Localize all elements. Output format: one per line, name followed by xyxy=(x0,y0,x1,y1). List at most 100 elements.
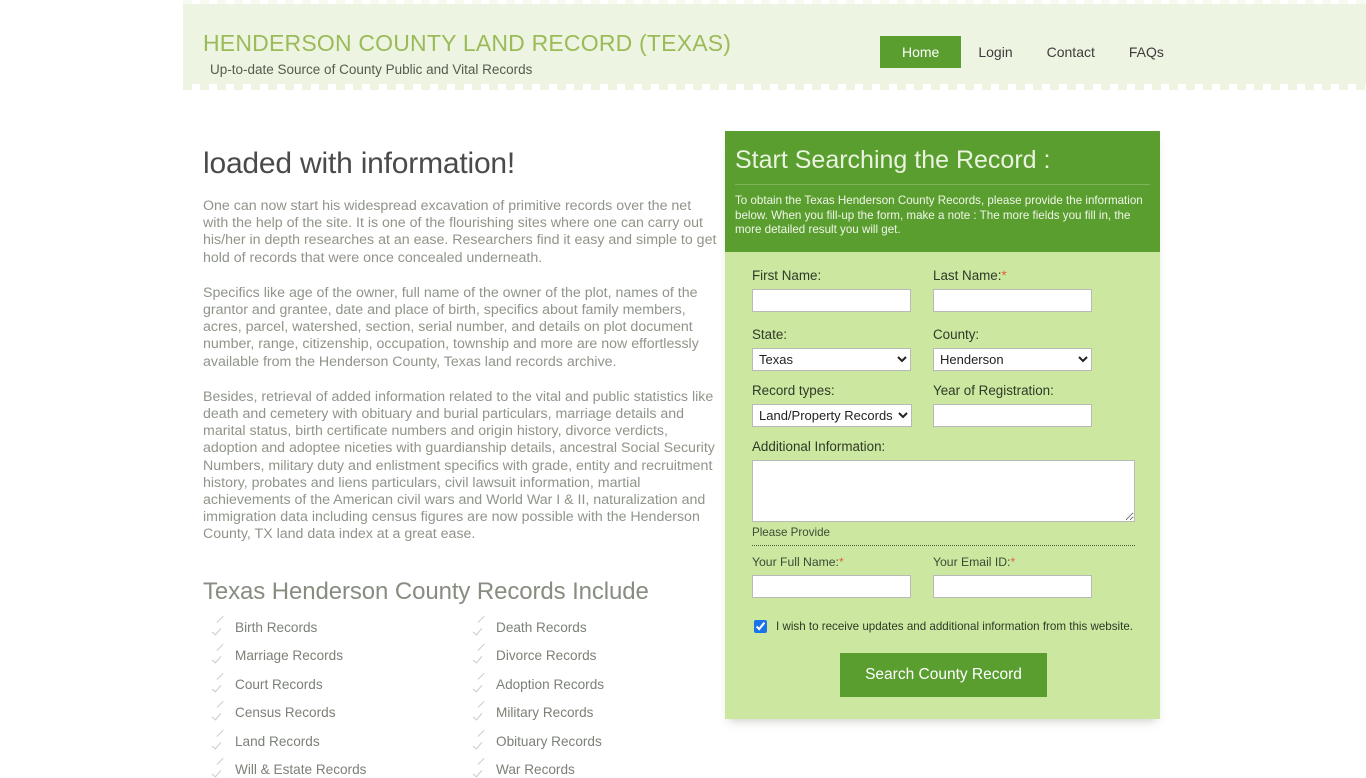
search-form-body: First Name: Last Name:* State: Texas Cou… xyxy=(725,251,1160,719)
search-county-record-button[interactable]: Search County Record xyxy=(840,652,1047,697)
county-group: County: Henderson xyxy=(933,327,1092,371)
check-icon xyxy=(474,643,487,662)
list-item-label: Birth Records xyxy=(235,619,318,635)
name-row: First Name: Last Name:* xyxy=(752,268,1135,312)
record-type-row: Record types: Land/Property Records Year… xyxy=(752,383,1135,427)
list-item-label: Death Records xyxy=(496,619,587,635)
year-of-registration-input[interactable] xyxy=(933,403,1092,427)
intro-paragraph-2: Specifics like age of the owner, full na… xyxy=(203,284,699,370)
your-full-name-input[interactable] xyxy=(752,574,911,598)
first-name-label: First Name: xyxy=(752,267,822,283)
list-item: Military Records xyxy=(474,700,718,721)
your-full-name-group: Your Full Name:* xyxy=(752,554,911,598)
lead-heading: loaded with information! xyxy=(203,147,516,180)
records-list: Birth Records Death Records Marriage Rec… xyxy=(213,615,718,778)
additional-information-label: Additional Information: xyxy=(752,438,886,454)
please-provide-note: Please Provide xyxy=(752,525,830,539)
list-item: Land Records xyxy=(213,729,474,749)
record-types-label: Record types: xyxy=(752,382,835,398)
optin-row: I wish to receive updates and additional… xyxy=(754,620,1135,634)
last-name-group: Last Name:* xyxy=(933,268,1092,312)
record-types-group: Record types: Land/Property Records xyxy=(752,382,912,427)
nav-item-login[interactable]: Login xyxy=(961,36,1029,68)
list-item: Death Records xyxy=(474,615,718,635)
your-email-label-text: Your Email ID: xyxy=(933,554,1011,569)
updates-optin-label: I wish to receive updates and additional… xyxy=(776,619,1134,633)
list-item-label: Census Records xyxy=(235,705,336,721)
check-icon xyxy=(213,700,226,719)
nav-item-faqs[interactable]: FAQs xyxy=(1112,36,1181,68)
additional-info-group: Additional Information: xyxy=(752,439,1135,522)
search-form-header: Start Searching the Record : To obtain t… xyxy=(725,131,1160,252)
updates-optin-checkbox[interactable] xyxy=(754,620,767,634)
county-label: County: xyxy=(933,326,980,342)
required-asterisk: * xyxy=(838,554,844,569)
site-tagline: Up-to-date Source of County Public and V… xyxy=(210,62,533,77)
list-item-label: Land Records xyxy=(235,733,320,749)
check-icon xyxy=(474,757,487,776)
check-icon xyxy=(474,729,487,748)
first-name-input[interactable] xyxy=(752,288,911,312)
required-asterisk: * xyxy=(1010,554,1016,569)
list-item-label: War Records xyxy=(496,762,575,778)
year-group: Year of Registration: xyxy=(933,383,1092,427)
check-icon xyxy=(474,615,487,634)
list-item-label: Obituary Records xyxy=(496,733,602,749)
main-navigation: Home Login Contact FAQs xyxy=(880,36,1181,68)
county-select[interactable]: Henderson xyxy=(933,347,1092,371)
state-select[interactable]: Texas xyxy=(752,347,911,371)
first-name-group: First Name: xyxy=(752,268,911,312)
list-item: Divorce Records xyxy=(474,643,718,664)
your-email-group: Your Email ID:* xyxy=(933,554,1092,598)
contact-row: Your Full Name:* Your Email ID:* xyxy=(752,554,1135,598)
records-include-heading: Texas Henderson County Records Include xyxy=(203,577,649,605)
check-icon xyxy=(474,672,487,691)
check-icon xyxy=(213,757,226,776)
check-icon xyxy=(213,615,226,634)
list-item: Adoption Records xyxy=(474,672,718,692)
additional-information-textarea[interactable] xyxy=(752,459,1135,522)
submit-row: Search County Record xyxy=(752,652,1135,697)
list-item-label: Military Records xyxy=(496,705,594,721)
list-item-label: Will & Estate Records xyxy=(235,762,367,778)
main-content-column: loaded with information! One can now sta… xyxy=(203,146,718,777)
your-full-name-label-text: Your Full Name: xyxy=(752,554,839,569)
search-form-title: Start Searching the Record : xyxy=(735,145,1150,185)
list-item-label: Adoption Records xyxy=(496,676,605,692)
intro-paragraph-1: One can now start his widespread excavat… xyxy=(203,198,717,266)
list-item: Birth Records xyxy=(213,615,474,635)
list-item: Obituary Records xyxy=(474,729,718,749)
required-asterisk: * xyxy=(1001,267,1007,283)
state-label: State: xyxy=(752,326,787,342)
list-item: War Records xyxy=(474,757,718,778)
nav-item-home[interactable]: Home xyxy=(880,36,962,68)
record-types-select[interactable]: Land/Property Records xyxy=(752,403,912,427)
list-item-label: Divorce Records xyxy=(496,648,597,664)
intro-paragraph-3: Besides, retrieval of added information … xyxy=(203,388,715,543)
your-email-input[interactable] xyxy=(933,574,1092,598)
check-icon xyxy=(213,672,226,691)
nav-item-contact[interactable]: Contact xyxy=(1030,36,1112,68)
search-form-description: To obtain the Texas Henderson County Rec… xyxy=(735,194,1143,237)
check-icon xyxy=(213,729,226,748)
your-email-label: Your Email ID:* xyxy=(933,554,1092,570)
last-name-label-text: Last Name: xyxy=(933,267,1002,283)
your-full-name-label: Your Full Name:* xyxy=(752,554,911,570)
last-name-label: Last Name:* xyxy=(933,268,1092,284)
list-item-label: Court Records xyxy=(235,676,323,692)
state-group: State: Texas xyxy=(752,327,911,371)
last-name-input[interactable] xyxy=(933,288,1092,312)
search-form-panel: Start Searching the Record : To obtain t… xyxy=(725,131,1160,719)
header-top-scallop-edge xyxy=(183,0,1366,4)
list-item: Will & Estate Records xyxy=(213,757,474,778)
section-divider xyxy=(752,544,1135,546)
location-row: State: Texas County: Henderson xyxy=(752,327,1135,371)
list-item: Census Records xyxy=(213,700,474,721)
check-icon xyxy=(474,700,487,719)
list-item-label: Marriage Records xyxy=(235,648,344,664)
check-icon xyxy=(213,643,226,662)
year-of-registration-label: Year of Registration: xyxy=(933,382,1054,398)
list-item: Court Records xyxy=(213,672,474,692)
header-bottom-scallop-edge xyxy=(183,84,1366,90)
page-title: HENDERSON COUNTY LAND RECORD (TEXAS) xyxy=(203,30,732,56)
